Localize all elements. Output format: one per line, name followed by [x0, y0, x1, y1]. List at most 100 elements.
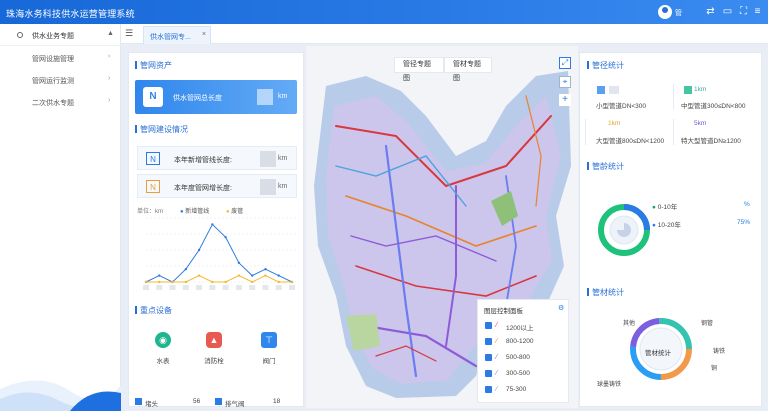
water-meter-icon: ◉	[155, 332, 171, 348]
legend-dot: ●	[652, 222, 656, 229]
top-bar: 珠海水务科技供水运营管理系统 管 ⇄ ▭ ⛶ ≡	[0, 0, 768, 24]
tab-bar: ☰ 供水管网专... ×	[121, 24, 768, 44]
user-avatar-icon[interactable]	[658, 5, 672, 19]
collapse-menu-icon[interactable]: ☰	[125, 28, 133, 39]
build-title: 管网建设情况	[135, 125, 188, 134]
total-length-unit: km	[278, 93, 288, 100]
menu-icon[interactable]: ≡	[752, 6, 763, 17]
sidebar-item-secondary[interactable]: 二次供水专题 ›	[0, 92, 121, 112]
diameter-small-label: 小型管道DN<300	[596, 103, 647, 110]
stat-value: 56	[193, 398, 201, 405]
equipment-meter[interactable]: ◉ 水表	[146, 332, 180, 365]
legend-dot: ●	[652, 204, 656, 211]
x-tick-mask	[209, 285, 216, 290]
material-title: 管材统计	[587, 288, 624, 297]
layer-label: 800-1200	[506, 338, 534, 345]
line-style-icon: ⁄	[496, 370, 498, 377]
checkbox[interactable]	[485, 322, 492, 329]
zoom-in-icon[interactable]: +	[559, 94, 571, 106]
x-tick-mask	[235, 285, 242, 290]
line-style-icon: ⁄	[496, 386, 498, 393]
hydrant-icon: ▲	[206, 332, 222, 348]
sidebar-section-header[interactable]: 供水业务专题 ▲	[0, 24, 121, 46]
sidebar-wave-decoration	[0, 380, 121, 411]
old-pipe-point	[237, 274, 241, 277]
old-pipe-point	[158, 280, 161, 284]
diameter-large[interactable]: 1km 大型管道800≤DN<1200	[585, 119, 673, 145]
new-pipe-point	[264, 268, 267, 271]
map-fullscreen-icon[interactable]: ⤢	[559, 57, 571, 69]
diameter-large-label: 大型管道800≤DN<1200	[596, 138, 665, 145]
air-valve-icon	[215, 398, 222, 405]
diameter-small[interactable]: 小型管道DN<300	[585, 84, 673, 110]
stat-label: 排气阀	[225, 401, 245, 408]
x-tick-mask	[222, 285, 229, 290]
old-pipe-point	[171, 280, 174, 284]
sidebar-item-monitor[interactable]: 管网运行监测 ›	[0, 70, 121, 90]
total-length-label: 供水管网总长度	[173, 95, 222, 102]
checkbox[interactable]	[485, 386, 492, 393]
material-label-ductile: 球墨铸铁	[597, 382, 622, 388]
tab-label: 供水管网专...	[150, 34, 191, 41]
growth-card[interactable]: N 本年度管网增长度: km	[137, 174, 297, 198]
settings-icon[interactable]: ⚙	[558, 304, 564, 312]
new-pipe-icon: N	[146, 152, 160, 165]
checkbox[interactable]	[485, 370, 492, 377]
equipment-title: 重点设备	[135, 306, 172, 315]
new-pipe-point	[224, 236, 227, 239]
sidebar-item-label: 管网设施管理	[32, 56, 74, 63]
share-icon[interactable]: ⇄	[705, 6, 716, 17]
map-tab-diameter[interactable]: 管径专题图	[394, 57, 444, 82]
window-icon[interactable]: ▭	[722, 6, 733, 17]
layer-label: 1200以上	[506, 325, 534, 332]
new-pipe-unit: km	[278, 155, 288, 162]
sidebar-item-facility[interactable]: 管网设施管理 ›	[0, 48, 121, 68]
x-tick-mask	[156, 285, 163, 290]
checkbox[interactable]	[485, 338, 492, 345]
map-tab-material[interactable]: 管材专题图	[444, 57, 492, 82]
layer-label: 75-300	[506, 386, 527, 393]
total-length-card[interactable]: N 供水管网总长度 km	[135, 80, 297, 114]
legend-swatch	[684, 86, 692, 94]
equipment-valve[interactable]: ⊤ 阀门	[252, 332, 286, 365]
new-pipe-point	[211, 223, 214, 226]
fullscreen-icon[interactable]: ⛶	[738, 6, 749, 17]
old-pipe-point	[250, 280, 254, 284]
diameter-medium-label: 中型管道300≤DN<800	[681, 103, 746, 110]
diameter-title: 管径统计	[587, 61, 624, 70]
age-label: 10-20年	[657, 222, 681, 229]
sidebar-section-label: 供水业务专题	[32, 33, 74, 40]
age-label: 0-10年	[657, 204, 678, 211]
growth-unit: km	[278, 183, 288, 190]
diameter-xlarge-label: 特大型管道DN≥1200	[681, 138, 741, 145]
material-label-other: 其他	[623, 321, 636, 327]
new-pipe-card[interactable]: N 本年新增管线长度: km	[137, 146, 297, 170]
user-name[interactable]: 管	[675, 8, 682, 18]
diameter-medium[interactable]: 1km 中型管道300≤DN<800	[673, 84, 761, 110]
x-tick-mask	[196, 285, 203, 290]
x-tick-mask	[249, 285, 256, 290]
legend-swatch	[597, 86, 605, 94]
age-title: 管龄统计	[587, 162, 624, 171]
age-value-1: 75%	[737, 219, 751, 226]
material-center-label: 管材统计	[645, 350, 671, 357]
tab-pipe-network[interactable]: 供水管网专... ×	[143, 26, 211, 44]
old-pipe-point	[224, 280, 227, 284]
plug-icon	[135, 398, 142, 405]
checkbox[interactable]	[485, 354, 492, 361]
water-supply-icon	[17, 32, 23, 38]
close-icon[interactable]: ×	[202, 31, 206, 38]
map-locate-icon[interactable]: ⌖	[559, 76, 571, 88]
new-pipe-point	[277, 274, 280, 277]
diameter-large-value: 1km	[608, 120, 621, 127]
bottom-stats: 堵头 56 排气阀 18	[135, 398, 295, 408]
sidebar-item-label: 二次供水专题	[32, 100, 74, 107]
growth-label: 本年度管网增长度:	[174, 185, 232, 192]
diameter-xlarge[interactable]: 5km 特大型管道DN≥1200	[673, 119, 761, 145]
x-tick-mask	[275, 285, 282, 290]
chevron-up-icon: ▲	[107, 30, 114, 37]
stat-value: 18	[273, 398, 281, 405]
pipe-network-icon: N	[143, 87, 163, 107]
old-pipe-line	[146, 275, 292, 283]
equipment-hydrant[interactable]: ▲ 消防栓	[197, 332, 231, 365]
